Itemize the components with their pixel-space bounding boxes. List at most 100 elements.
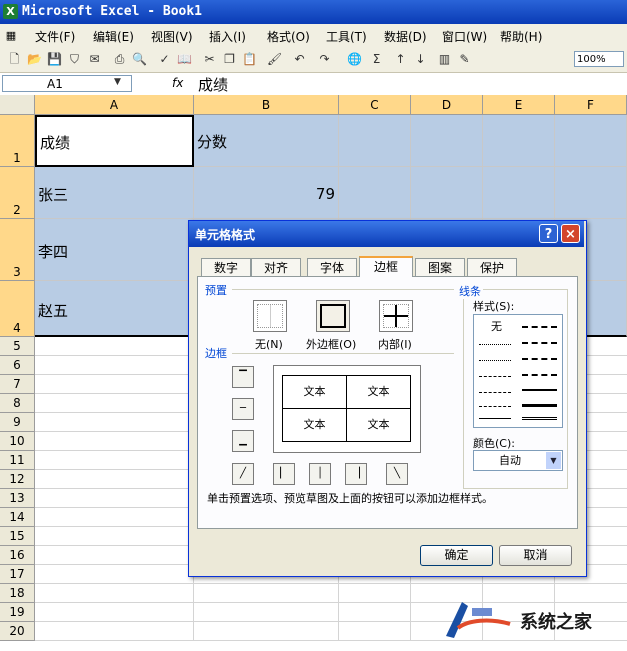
tab-border[interactable]: 边框 <box>359 256 413 277</box>
row-header-11[interactable]: 11 <box>0 451 35 470</box>
tab-protection[interactable]: 保护 <box>467 258 517 276</box>
column-header-b[interactable]: B <box>194 95 339 115</box>
style-none-option[interactable]: 无 <box>491 318 502 334</box>
cell-d2[interactable] <box>411 167 483 219</box>
drawing-icon[interactable]: ✎ <box>456 51 473 68</box>
hyperlink-icon[interactable]: 🌐 <box>346 51 363 68</box>
row-header-9[interactable]: 9 <box>0 413 35 432</box>
row-header-5[interactable]: 5 <box>0 337 35 356</box>
style-medium-dashdotdot-option[interactable] <box>522 326 557 328</box>
cut-icon[interactable]: ✂ <box>201 51 218 68</box>
style-dashed-option[interactable] <box>479 406 511 407</box>
permission-icon[interactable]: ⛉ <box>66 51 83 68</box>
row-header-17[interactable]: 17 <box>0 565 35 584</box>
paste-icon[interactable]: 📋 <box>241 51 258 68</box>
style-medium-dashed-option[interactable] <box>522 374 557 376</box>
email-icon[interactable]: ✉ <box>86 51 103 68</box>
sort-ascending-icon[interactable]: ↑ <box>392 51 409 68</box>
close-button[interactable]: × <box>561 224 580 243</box>
help-button[interactable]: ? <box>539 224 558 243</box>
column-header-f[interactable]: F <box>555 95 627 115</box>
row-header-2[interactable]: 2 <box>0 167 35 219</box>
menu-file[interactable]: 文件(F) <box>35 28 75 45</box>
row-header-10[interactable]: 10 <box>0 432 35 451</box>
border-top-button[interactable]: ▔ <box>232 366 254 388</box>
menu-help[interactable]: 帮助(H) <box>500 28 542 45</box>
column-header-a[interactable]: A <box>35 95 194 115</box>
menu-format[interactable]: 格式(O) <box>267 28 310 45</box>
row-header-3[interactable]: 3 <box>0 219 35 281</box>
cell-e2[interactable] <box>483 167 555 219</box>
cell-c1[interactable] <box>339 115 411 167</box>
style-dashdot-option[interactable] <box>479 392 511 393</box>
insert-function-icon[interactable]: fx <box>172 76 183 90</box>
column-header-d[interactable]: D <box>411 95 483 115</box>
sheet-menu-icon[interactable]: ▦ <box>3 27 19 44</box>
cell-d1[interactable] <box>411 115 483 167</box>
print-icon[interactable]: ⎙ <box>111 51 128 68</box>
new-icon[interactable]: 🗋 <box>6 51 23 68</box>
cell-b1[interactable]: 分数 <box>194 115 339 167</box>
menu-tools[interactable]: 工具(T) <box>326 28 367 45</box>
cell-a4[interactable]: 赵五 <box>35 281 194 337</box>
autosum-icon[interactable]: Σ <box>368 51 385 68</box>
name-box-dropdown-icon[interactable]: ▼ <box>114 77 121 87</box>
menu-edit[interactable]: 编辑(E) <box>93 28 134 45</box>
style-double-option[interactable] <box>522 417 557 420</box>
style-hair-option[interactable] <box>479 344 511 345</box>
name-box[interactable]: A1 <box>2 75 132 92</box>
formula-input[interactable]: 成绩 <box>198 74 228 95</box>
border-left-button[interactable]: ▏ <box>273 463 295 485</box>
tab-font[interactable]: 字体 <box>307 258 357 276</box>
sort-descending-icon[interactable]: ↓ <box>412 51 429 68</box>
spelling-icon[interactable]: ✓ <box>156 51 173 68</box>
row-header-8[interactable]: 8 <box>0 394 35 413</box>
tab-alignment[interactable]: 对齐 <box>251 258 301 276</box>
save-icon[interactable]: 💾 <box>46 51 63 68</box>
redo-icon[interactable]: ↷ <box>316 51 333 68</box>
menu-view[interactable]: 视图(V) <box>151 28 193 45</box>
cell-f1[interactable] <box>555 115 627 167</box>
row-header-7[interactable]: 7 <box>0 375 35 394</box>
row-header-15[interactable]: 15 <box>0 527 35 546</box>
style-medium-option[interactable] <box>522 389 557 391</box>
cell-a2[interactable]: 张三 <box>35 167 194 219</box>
border-right-button[interactable]: ▕ <box>345 463 367 485</box>
research-icon[interactable]: 📖 <box>176 51 193 68</box>
style-medium-dashdot-option[interactable] <box>522 358 557 360</box>
row-header-16[interactable]: 16 <box>0 546 35 565</box>
copy-icon[interactable]: ❐ <box>221 51 238 68</box>
undo-icon[interactable]: ↶ <box>291 51 308 68</box>
row-header-13[interactable]: 13 <box>0 489 35 508</box>
cancel-button[interactable]: 取消 <box>499 545 572 566</box>
cell-e1[interactable] <box>483 115 555 167</box>
print-preview-icon[interactable]: 🔍 <box>131 51 148 68</box>
zoom-select[interactable]: 100% <box>574 51 624 67</box>
cell-c2[interactable] <box>339 167 411 219</box>
preset-none-button[interactable] <box>253 300 287 332</box>
preset-inside-button[interactable] <box>379 300 413 332</box>
border-middle-vertical-button[interactable]: │ <box>309 463 331 485</box>
column-header-c[interactable]: C <box>339 95 411 115</box>
menu-window[interactable]: 窗口(W) <box>442 28 487 45</box>
excel-app-icon[interactable]: X <box>3 4 18 19</box>
border-preview[interactable]: 文本 文本 文本 文本 <box>273 365 421 453</box>
row-header-1[interactable]: 1 <box>0 115 35 167</box>
menu-data[interactable]: 数据(D) <box>384 28 427 45</box>
row-header-18[interactable]: 18 <box>0 584 35 603</box>
cell-a3[interactable]: 李四 <box>35 219 194 281</box>
cell-f2[interactable] <box>555 167 627 219</box>
tab-patterns[interactable]: 图案 <box>415 258 465 276</box>
color-select[interactable]: 自动 ▼ <box>473 450 563 471</box>
ok-button[interactable]: 确定 <box>420 545 493 566</box>
cell-a1[interactable]: 成绩 <box>35 115 194 167</box>
preset-outline-button[interactable] <box>316 300 350 332</box>
open-icon[interactable]: 📂 <box>26 51 43 68</box>
style-thin-option[interactable] <box>479 418 511 419</box>
line-style-list[interactable]: 无 <box>473 314 563 428</box>
menu-insert[interactable]: 插入(I) <box>209 28 246 45</box>
format-painter-icon[interactable]: 🖌 <box>266 51 283 68</box>
border-middle-horizontal-button[interactable]: ─ <box>232 398 254 420</box>
border-diagonal-down-button[interactable]: ╲ <box>386 463 408 485</box>
row-header-4[interactable]: 4 <box>0 281 35 337</box>
